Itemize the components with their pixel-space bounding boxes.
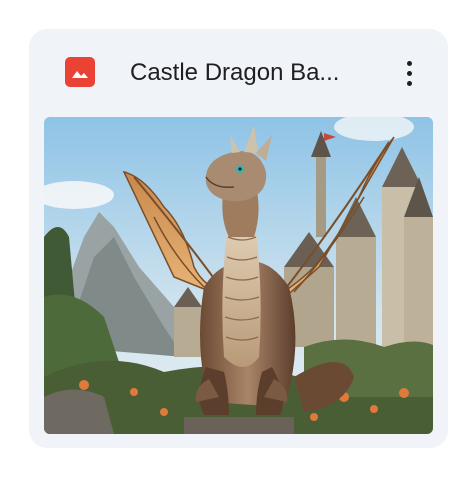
image-icon — [65, 57, 95, 87]
file-card-header: Castle Dragon Ba... — [29, 29, 448, 117]
file-thumbnail[interactable] — [44, 117, 433, 434]
file-name[interactable]: Castle Dragon Ba... — [130, 53, 370, 93]
dragon-castle-illustration — [44, 117, 433, 434]
more-vert-icon[interactable] — [391, 53, 427, 93]
file-card[interactable]: Castle Dragon Ba... — [29, 29, 448, 448]
